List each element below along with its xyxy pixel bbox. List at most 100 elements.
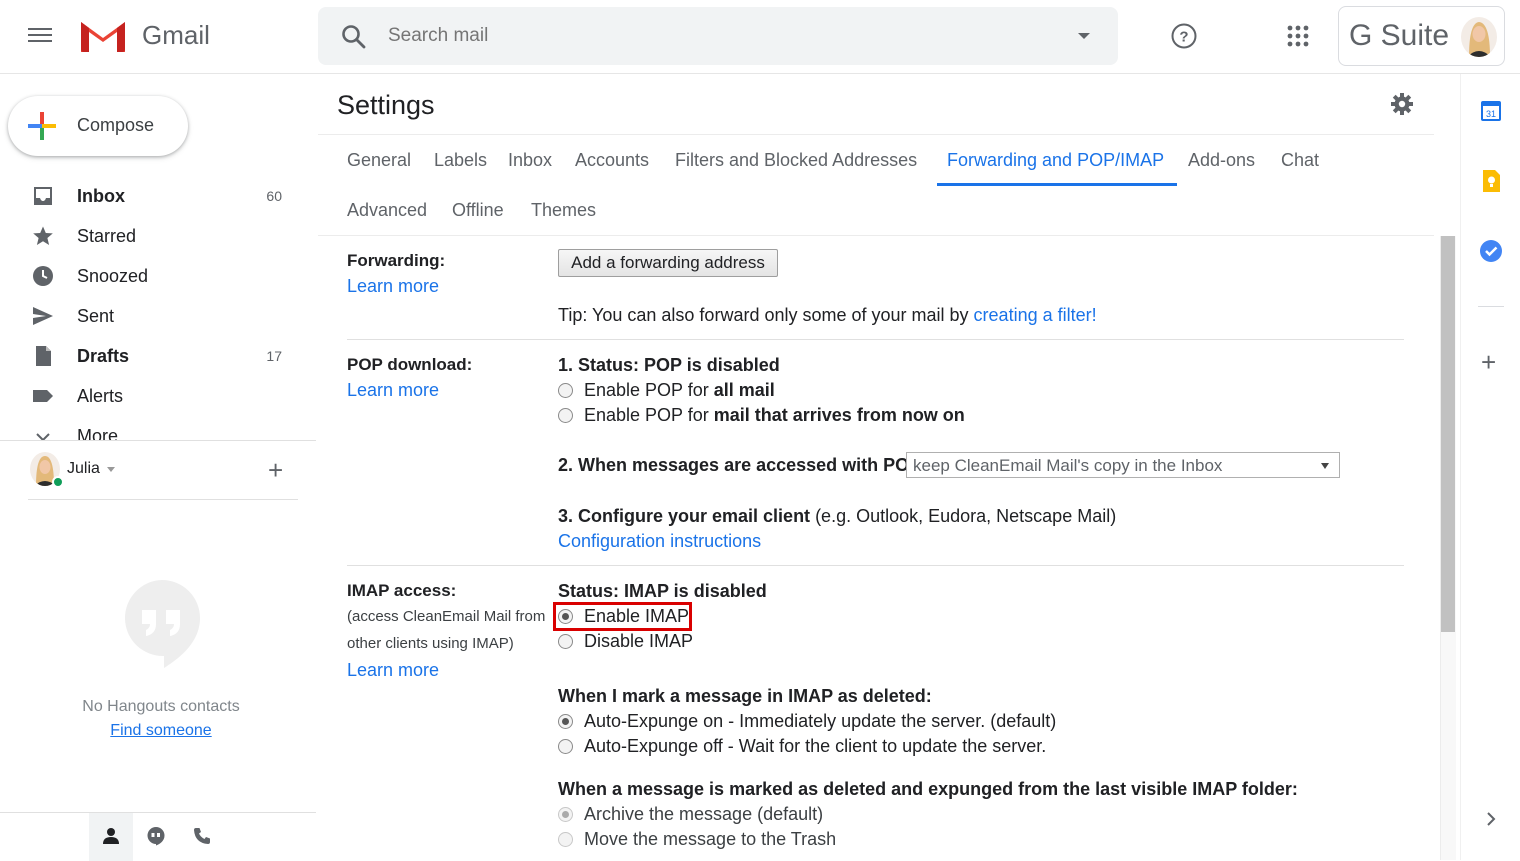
imap-access-subtitle-1: (access CleanEmail Mail from	[347, 608, 546, 625]
radio-button[interactable]	[558, 807, 573, 822]
sidebar-item-starred[interactable]: Starred	[0, 216, 316, 256]
forwarding-label: Forwarding:	[347, 251, 446, 270]
tab-labels[interactable]: Labels	[434, 150, 487, 171]
compose-button[interactable]: Compose	[8, 96, 188, 156]
side-panel-separator	[1478, 306, 1504, 307]
search-options-dropdown-icon[interactable]	[1078, 33, 1090, 39]
hangouts-chat-icon	[147, 827, 165, 846]
calls-tab[interactable]	[180, 813, 224, 861]
account-switcher[interactable]: G Suite	[1338, 6, 1505, 66]
scrollbar-thumb[interactable]	[1441, 236, 1455, 632]
tab-chat[interactable]: Chat	[1281, 150, 1319, 171]
pop-download-label: POP download:	[347, 355, 473, 374]
forwarding-tip-text: Tip: You can also forward only some of y…	[558, 305, 974, 325]
conversations-tab[interactable]	[134, 813, 178, 861]
sidebar-divider	[0, 440, 316, 441]
side-panel-divider	[1460, 74, 1461, 860]
pop-access-select[interactable]: keep CleanEmail Mail's copy in the Inbox	[906, 452, 1340, 478]
tab-forwarding-pop-imap[interactable]: Forwarding and POP/IMAP	[947, 150, 1164, 171]
add-forwarding-address-button[interactable]: Add a forwarding address	[558, 249, 778, 277]
avatar[interactable]	[1461, 17, 1497, 57]
section-divider	[347, 339, 1404, 340]
tab-filters[interactable]: Filters and Blocked Addresses	[675, 150, 917, 171]
sidebar-item-sent[interactable]: Sent	[0, 296, 316, 336]
main-menu-icon[interactable]	[28, 24, 54, 48]
top-bar: Gmail ? G Suite	[0, 0, 1520, 74]
radio-button[interactable]	[558, 383, 573, 398]
page-title: Settings	[337, 90, 435, 120]
radio-button[interactable]	[558, 634, 573, 649]
radio-label: Move the message to the Trash	[584, 829, 837, 849]
calendar-icon[interactable]: 31	[1478, 98, 1504, 124]
tab-advanced[interactable]: Advanced	[347, 200, 427, 221]
tab-themes[interactable]: Themes	[531, 200, 596, 221]
imap-expunged-heading: When a message is marked as deleted and …	[558, 779, 1298, 799]
sidebar-item-label: More	[77, 426, 119, 440]
hangouts-user: Julia +	[28, 452, 298, 500]
hangouts-bottom-tabs	[0, 812, 316, 861]
sidebar-item-label: Snoozed	[77, 266, 149, 286]
find-someone-link[interactable]: Find someone	[0, 722, 322, 740]
sidebar-nav: Inbox 60 Starred Snoozed Sent Drafts 17 …	[0, 176, 316, 440]
gsuite-logo: G Suite	[1349, 19, 1450, 52]
search-input[interactable]	[388, 21, 1028, 51]
highlight-box	[553, 602, 692, 631]
gear-icon[interactable]	[1390, 92, 1414, 116]
configuration-instructions-link[interactable]: Configuration instructions	[558, 531, 761, 552]
chevron-right-icon[interactable]	[1484, 810, 1498, 828]
unread-count: 60	[266, 188, 282, 204]
tasks-icon[interactable]	[1478, 238, 1504, 264]
svg-text:31: 31	[1486, 109, 1496, 119]
tab-inbox[interactable]: Inbox	[508, 150, 552, 171]
imap-status: Status: IMAP is disabled	[558, 581, 767, 601]
pop-status: 1. Status: POP is disabled	[558, 355, 780, 375]
pop-learn-more-link[interactable]: Learn more	[347, 380, 439, 401]
tab-add-ons[interactable]: Add-ons	[1188, 150, 1255, 171]
radio-button[interactable]	[558, 408, 573, 423]
radio-label: Enable POP for mail that arrives from no…	[584, 405, 965, 425]
section-divider	[347, 565, 1404, 566]
sidebar-item-label: Sent	[77, 306, 115, 326]
label-icon	[33, 390, 53, 402]
send-icon	[33, 307, 53, 325]
forwarding-tip: Tip: You can also forward only some of y…	[558, 305, 1097, 326]
user-status-dropdown-icon[interactable]	[107, 467, 115, 472]
draft-count: 17	[266, 348, 282, 364]
get-add-ons-plus-icon[interactable]: +	[1481, 347, 1496, 378]
sidebar-item-more[interactable]: More	[0, 416, 316, 440]
help-icon[interactable]: ?	[1170, 22, 1198, 50]
radio-label: Auto-Expunge on - Immediately update the…	[584, 711, 1057, 731]
radio-button[interactable]	[558, 832, 573, 847]
hangouts-user-name[interactable]: Julia	[67, 460, 100, 478]
search-icon[interactable]	[340, 23, 368, 51]
online-status-icon	[52, 476, 64, 488]
imap-deleted-heading: When I mark a message in IMAP as deleted…	[558, 686, 932, 706]
chevron-down-icon	[36, 433, 50, 440]
star-icon	[33, 226, 53, 245]
sidebar-item-drafts[interactable]: Drafts 17	[0, 336, 316, 376]
sidebar-item-label: Starred	[77, 226, 137, 246]
no-contacts-message: No Hangouts contacts	[82, 698, 240, 715]
active-tab-indicator	[937, 183, 1177, 186]
sidebar-item-snoozed[interactable]: Snoozed	[0, 256, 316, 296]
sidebar-item-inbox[interactable]: Inbox 60	[0, 176, 316, 216]
imap-access-subtitle-2: other clients using IMAP)	[347, 635, 514, 652]
sidebar-item-label: Inbox	[77, 186, 125, 206]
imap-learn-more-link[interactable]: Learn more	[347, 660, 439, 681]
phone-icon	[194, 828, 210, 844]
forwarding-learn-more-link[interactable]: Learn more	[347, 276, 439, 297]
apps-grid-icon[interactable]	[1286, 24, 1310, 48]
gmail-logo-icon[interactable]	[78, 16, 128, 56]
tab-general[interactable]: General	[347, 150, 411, 171]
contacts-tab[interactable]	[89, 813, 133, 861]
keep-icon[interactable]	[1478, 168, 1504, 194]
tab-offline[interactable]: Offline	[452, 200, 504, 221]
new-conversation-plus-icon[interactable]: +	[268, 455, 283, 486]
search-bar[interactable]	[318, 7, 1118, 65]
radio-button[interactable]	[558, 714, 573, 729]
inbox-icon	[34, 187, 52, 205]
tab-accounts[interactable]: Accounts	[575, 150, 649, 171]
radio-button[interactable]	[558, 739, 573, 754]
sidebar-item-alerts[interactable]: Alerts	[0, 376, 316, 416]
creating-filter-link[interactable]: creating a filter!	[974, 305, 1097, 325]
